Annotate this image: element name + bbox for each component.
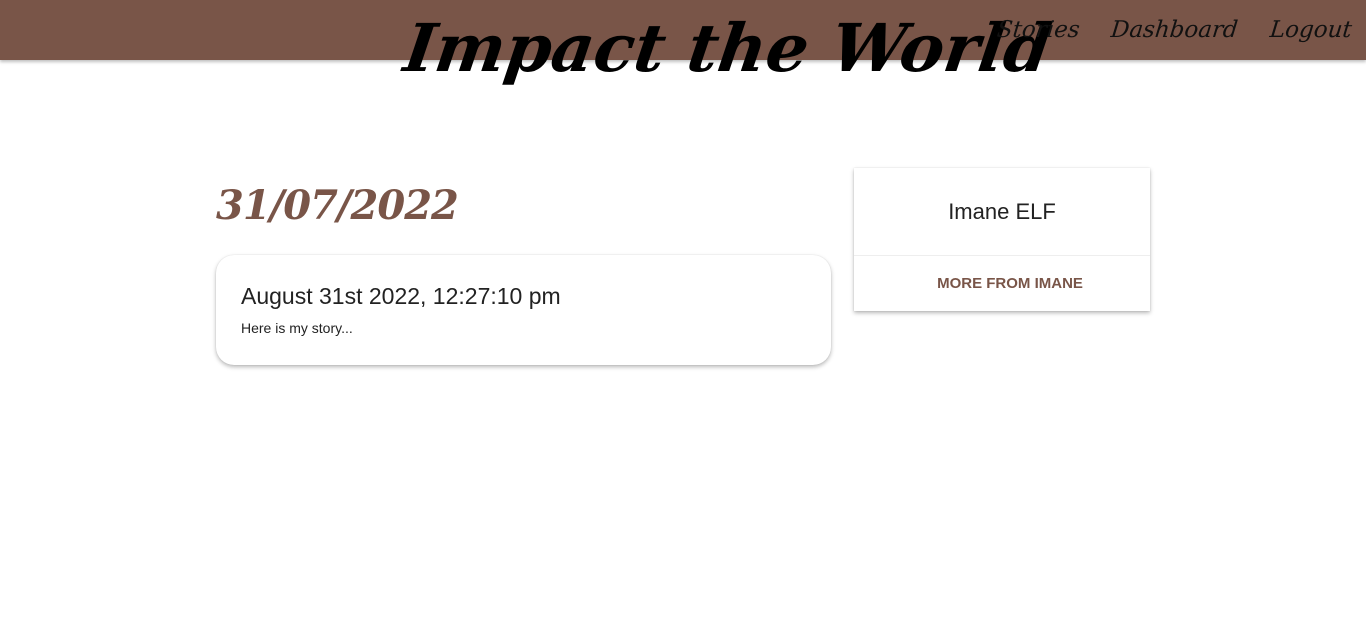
story-card: August 31st 2022, 12:27:10 pm Here is my… xyxy=(216,255,831,365)
story-title: August 31st 2022, 12:27:10 pm xyxy=(241,283,561,309)
nav-links: Stories Dashboard Logout xyxy=(995,0,1353,60)
story-date-heading: 31/07/2022 xyxy=(216,182,459,229)
nav-dashboard-link[interactable]: Dashboard xyxy=(1110,17,1240,43)
more-from-author-link[interactable]: MORE FROM IMANE xyxy=(854,256,1150,311)
nav-logout-link[interactable]: Logout xyxy=(1269,17,1353,43)
author-card: Imane ELF MORE FROM IMANE xyxy=(854,168,1150,311)
brand-logo-link[interactable]: Impact the World xyxy=(399,8,1056,88)
story-body: Here is my story... xyxy=(241,320,353,336)
nav-stories-link[interactable]: Stories xyxy=(995,17,1080,43)
author-name: Imane ELF xyxy=(854,168,1150,256)
